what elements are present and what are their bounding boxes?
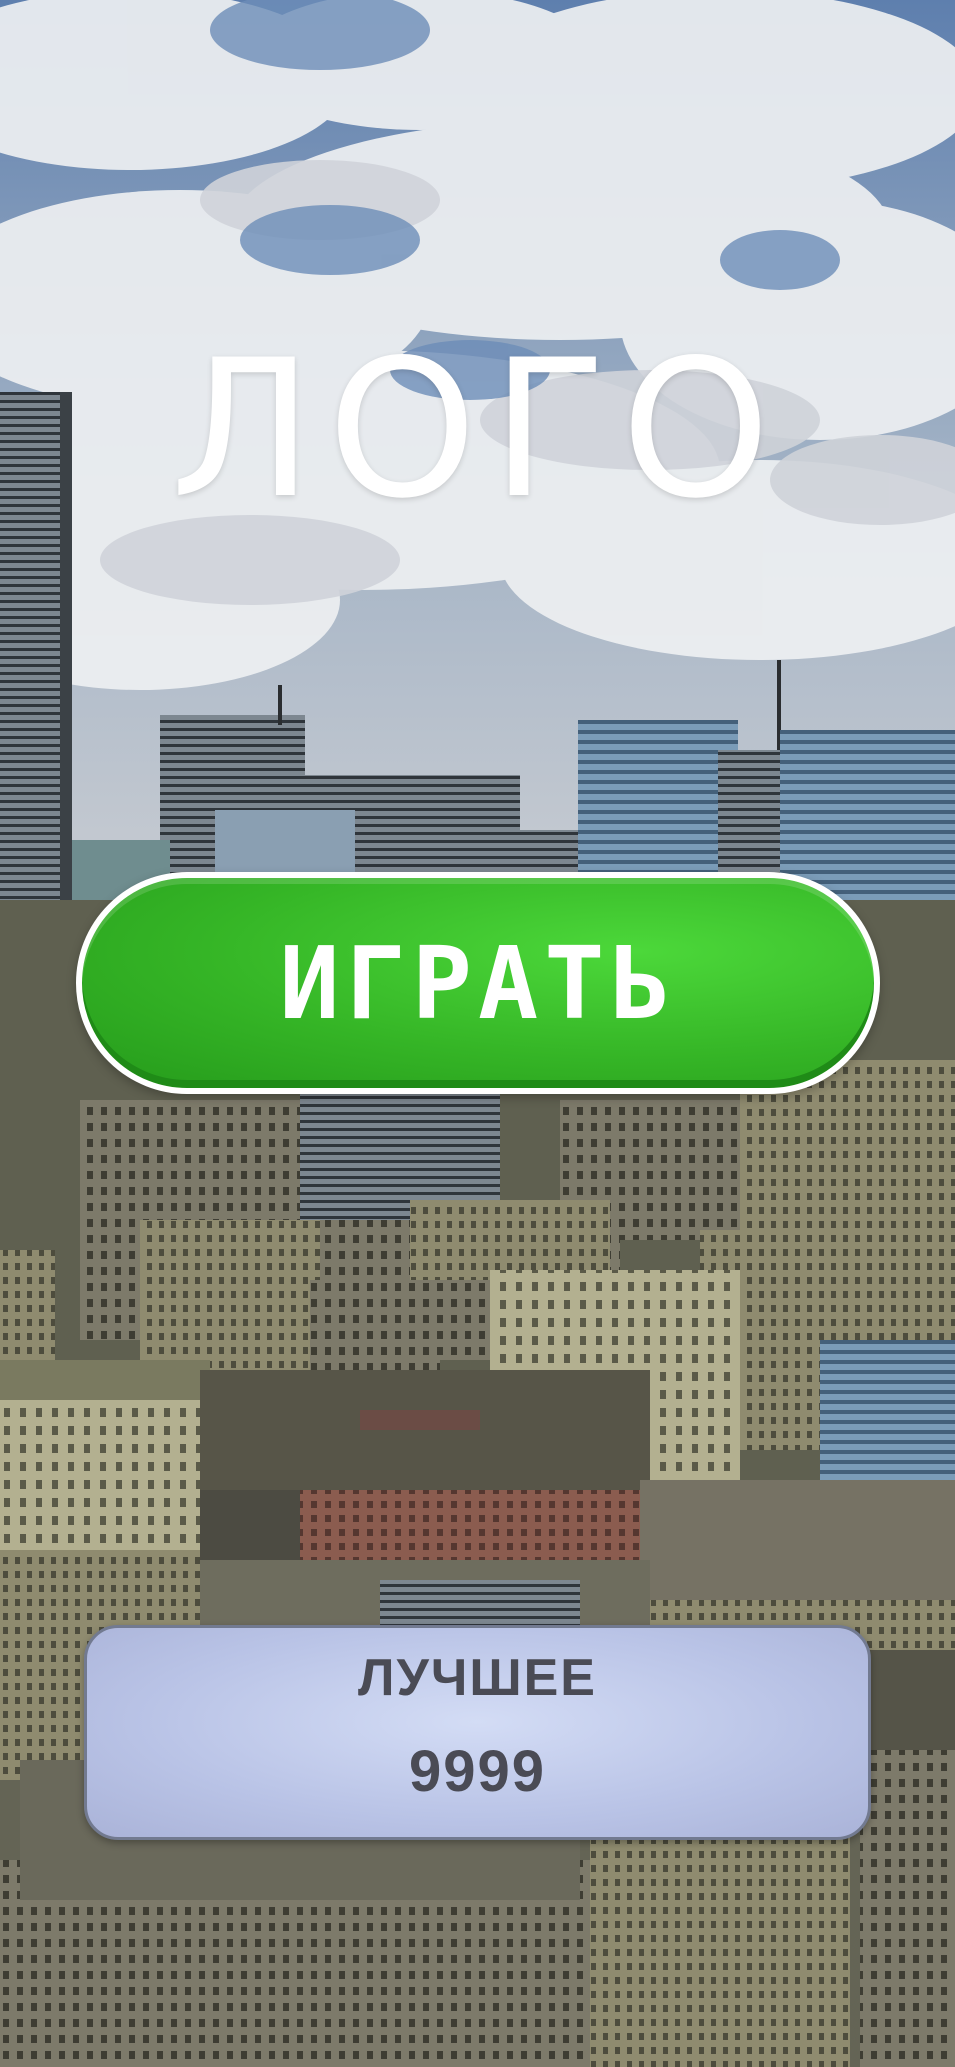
best-score-label: ЛУЧШЕЕ [358,1649,597,1707]
best-score-panel: ЛУЧШЕЕ 9999 [84,1625,871,1840]
best-score-value: 9999 [408,1739,547,1804]
play-button-label: ИГРАТЬ [279,924,677,1042]
main-menu-screen: ЛОГО ИГРАТЬ ЛУЧШЕЕ 9999 [0,0,955,2067]
play-button[interactable]: ИГРАТЬ [76,872,880,1094]
game-logo: ЛОГО [170,319,785,540]
